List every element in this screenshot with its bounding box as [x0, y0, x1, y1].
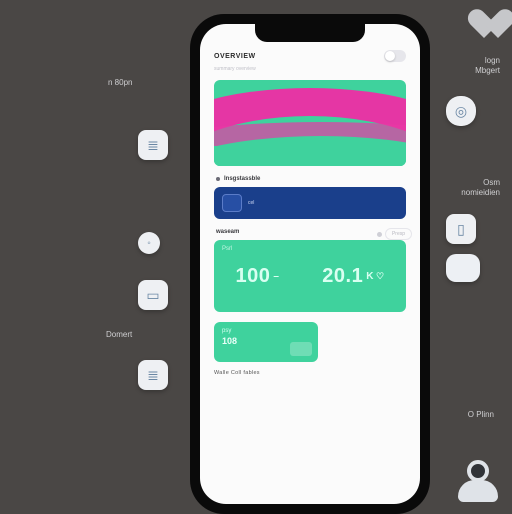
section-label: waseam — [216, 229, 404, 235]
trend-chart[interactable] — [214, 80, 406, 166]
side-label: lognMbgert — [475, 56, 500, 75]
heart-icon: ♡ — [376, 271, 385, 282]
toggle-switch[interactable] — [384, 50, 406, 62]
info-bar[interactable]: cel — [214, 187, 406, 219]
pill-tag[interactable]: Presp — [385, 228, 412, 240]
side-label: Domert — [106, 330, 132, 340]
metric-2: 20.1K♡ — [322, 265, 384, 288]
circle-icon[interactable]: ◦ — [138, 232, 160, 254]
info-bar-text: cel — [248, 200, 254, 206]
card-icon[interactable]: ▭ — [138, 280, 168, 310]
speech-bubble-icon[interactable] — [446, 254, 480, 282]
mini-value: 108 — [222, 336, 310, 346]
list-icon[interactable]: ≣ — [138, 130, 168, 160]
page-title: OVERVIEW — [214, 53, 256, 60]
side-label: O Plinn — [468, 410, 494, 420]
page-subtitle: summary overview — [214, 66, 406, 72]
mini-card[interactable]: psy 108 — [214, 322, 318, 362]
side-label: n 80pn — [108, 78, 132, 88]
footer-label: Walle Coll fables — [214, 370, 406, 376]
phone-frame: OVERVIEW summary overview Insgstassble P… — [190, 14, 430, 514]
phone-screen: OVERVIEW summary overview Insgstassble P… — [200, 24, 420, 504]
avatar-icon — [456, 460, 500, 504]
user-shield-icon[interactable]: ◎ — [446, 96, 476, 126]
metric-1: 100– — [235, 265, 279, 288]
phone-notch — [255, 24, 365, 42]
metrics-label: Psrl — [222, 246, 232, 252]
list-icon[interactable]: ≣ — [138, 360, 168, 390]
panel-icon[interactable]: ▯ — [446, 214, 476, 244]
section-label: Insgstassble — [216, 176, 404, 182]
chip-icon — [222, 194, 242, 212]
mini-label: psy — [222, 328, 310, 334]
metrics-card[interactable]: Psrl 100– 20.1K♡ — [214, 240, 406, 312]
heart-icon — [480, 10, 512, 40]
eye-icon — [377, 232, 382, 237]
side-label: Osmnomieidien — [461, 178, 500, 197]
